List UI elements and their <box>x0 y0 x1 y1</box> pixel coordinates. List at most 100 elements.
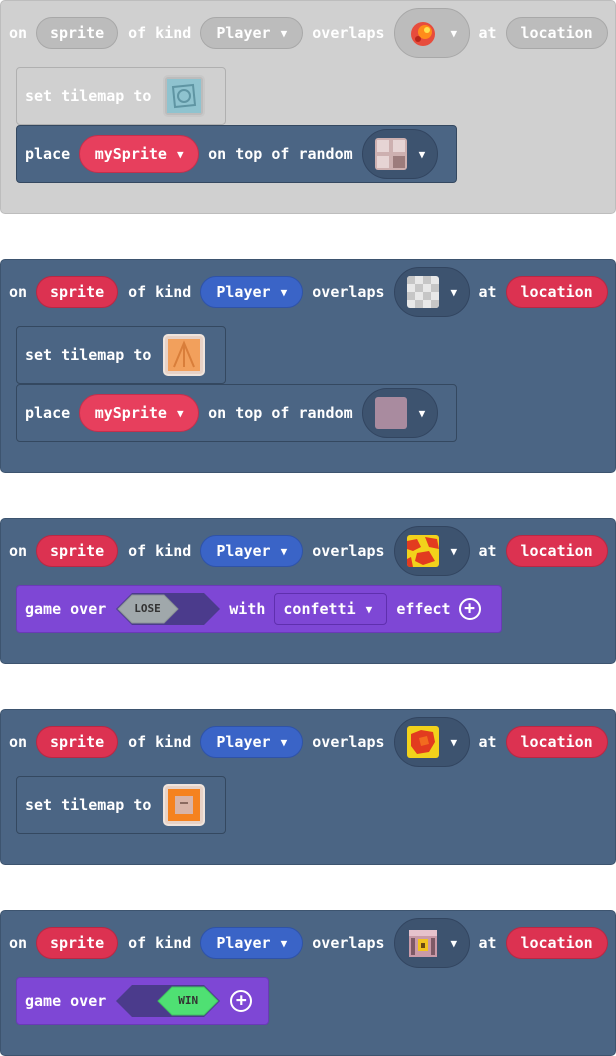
mauve-tile-icon <box>374 397 407 429</box>
kind-dropdown[interactable]: Player ▼ <box>200 17 304 49</box>
sprite-param[interactable]: sprite <box>36 535 119 567</box>
lava-tile-icon <box>406 726 439 758</box>
location-param[interactable]: location <box>505 17 608 49</box>
event-header: on sprite of kind Player ▼ overlaps ▼ at … <box>1 519 608 583</box>
location-param[interactable]: location <box>505 726 608 758</box>
chest-tile-icon <box>406 927 439 959</box>
game-over-statement[interactable]: game over WIN + <box>16 977 269 1025</box>
on-top-of-random-label: on top of random <box>208 404 353 422</box>
place-sprite-statement[interactable]: place mySprite ▼ on top of random ▼ <box>16 125 457 183</box>
tilemap-thumbnail-icon <box>168 789 201 821</box>
kind-dropdown[interactable]: Player ▼ <box>200 927 304 959</box>
overlaps-label: overlaps <box>312 934 385 952</box>
chevron-down-icon: ▼ <box>280 735 288 749</box>
set-tilemap-statement[interactable]: set tilemap to <box>16 67 226 125</box>
win-label: WIN <box>178 994 199 1007</box>
with-label: with <box>229 600 266 618</box>
tile-image-dropdown[interactable]: ▼ <box>393 267 470 317</box>
kind-value: Player <box>216 733 271 751</box>
event-block-2[interactable]: on sprite of kind Player ▼ overlaps ▼ at … <box>0 259 616 473</box>
of-kind-label: of kind <box>128 733 192 751</box>
chevron-down-icon: ▼ <box>450 544 458 558</box>
location-param[interactable]: location <box>505 927 608 959</box>
sprite-param[interactable]: sprite <box>36 276 119 308</box>
at-label: at <box>478 934 497 952</box>
effect-dropdown[interactable]: confetti ▼ <box>274 593 388 625</box>
lose-toggle[interactable]: LOSE <box>116 593 221 625</box>
lava-tile-icon <box>406 535 439 567</box>
tile-image-dropdown[interactable]: ▼ <box>393 8 470 58</box>
tile-image-dropdown[interactable]: ▼ <box>393 918 470 968</box>
event-block-3[interactable]: on sprite of kind Player ▼ overlaps ▼ at … <box>0 518 616 664</box>
overlaps-label: overlaps <box>312 542 385 560</box>
effect-value: confetti <box>283 600 356 618</box>
chevron-down-icon: ▼ <box>280 936 288 950</box>
set-tilemap-label: set tilemap to <box>25 346 152 364</box>
sprite-param[interactable]: sprite <box>36 927 119 959</box>
chevron-down-icon: ▼ <box>280 544 288 558</box>
kind-value: Player <box>216 934 271 952</box>
chevron-down-icon: ▼ <box>418 406 426 420</box>
event-header: on sprite of kind Player ▼ overlaps ▼ at <box>1 911 608 975</box>
place-sprite-statement[interactable]: place mySprite ▼ on top of random ▼ <box>16 384 457 442</box>
event-block-4[interactable]: on sprite of kind Player ▼ overlaps ▼ at … <box>0 709 616 865</box>
place-label: place <box>25 404 71 422</box>
win-toggle[interactable]: WIN <box>116 985 221 1017</box>
event-header: on sprite of kind Player ▼ overlaps ▼ at … <box>1 260 608 324</box>
tile-image-dropdown[interactable]: ▼ <box>361 388 438 438</box>
game-over-label: game over <box>25 600 107 618</box>
on-label: on <box>9 542 28 560</box>
tilemap-thumbnail-icon <box>168 339 201 371</box>
on-top-of-random-label: on top of random <box>208 145 353 163</box>
kind-dropdown[interactable]: Player ▼ <box>200 535 304 567</box>
tile-image-dropdown[interactable]: ▼ <box>393 526 470 576</box>
sprite-param[interactable]: sprite <box>36 17 119 49</box>
chevron-down-icon: ▼ <box>176 406 184 420</box>
at-label: at <box>478 733 497 751</box>
my-sprite-value: mySprite <box>94 404 167 422</box>
kind-value: Player <box>216 24 271 42</box>
location-param[interactable]: location <box>505 276 608 308</box>
chevron-down-icon: ▼ <box>176 147 184 161</box>
sprite-param[interactable]: sprite <box>36 726 119 758</box>
fire-tile-icon <box>406 17 439 49</box>
location-param[interactable]: location <box>505 535 608 567</box>
kind-dropdown[interactable]: Player ▼ <box>200 726 304 758</box>
chevron-down-icon: ▼ <box>280 26 288 40</box>
of-kind-label: of kind <box>128 934 192 952</box>
plus-icon[interactable]: + <box>458 598 481 620</box>
tilemap-picker[interactable] <box>163 75 206 117</box>
event-block-5[interactable]: on sprite of kind Player ▼ overlaps ▼ at <box>0 910 616 1056</box>
game-over-label: game over <box>25 992 107 1010</box>
set-tilemap-statement[interactable]: set tilemap to <box>16 326 226 384</box>
game-over-statement[interactable]: game over LOSE with confetti ▼ effect + <box>16 585 502 633</box>
chevron-down-icon: ▼ <box>450 285 458 299</box>
lose-label: LOSE <box>134 602 161 615</box>
on-label: on <box>9 283 28 301</box>
tilemap-thumbnail-icon <box>167 79 202 113</box>
chevron-down-icon: ▼ <box>280 285 288 299</box>
tilemap-picker[interactable] <box>163 784 206 826</box>
on-label: on <box>9 24 28 42</box>
tile-image-dropdown[interactable]: ▼ <box>393 717 470 767</box>
of-kind-label: of kind <box>128 283 192 301</box>
kind-value: Player <box>216 542 271 560</box>
kind-value: Player <box>216 283 271 301</box>
my-sprite-dropdown[interactable]: mySprite ▼ <box>79 394 200 432</box>
plus-icon[interactable]: + <box>230 990 253 1012</box>
my-sprite-value: mySprite <box>94 145 167 163</box>
of-kind-label: of kind <box>128 24 192 42</box>
effect-label: effect <box>396 600 451 618</box>
chevron-down-icon: ▼ <box>365 602 373 616</box>
event-block-1[interactable]: on sprite of kind Player ▼ overlaps ▼ at … <box>0 0 616 214</box>
set-tilemap-label: set tilemap to <box>25 796 152 814</box>
at-label: at <box>478 283 497 301</box>
tilemap-picker[interactable] <box>163 334 206 376</box>
my-sprite-dropdown[interactable]: mySprite ▼ <box>79 135 200 173</box>
of-kind-label: of kind <box>128 542 192 560</box>
on-label: on <box>9 733 28 751</box>
kind-dropdown[interactable]: Player ▼ <box>200 276 304 308</box>
on-label: on <box>9 934 28 952</box>
tile-image-dropdown[interactable]: ▼ <box>361 129 438 179</box>
set-tilemap-statement[interactable]: set tilemap to <box>16 776 226 834</box>
